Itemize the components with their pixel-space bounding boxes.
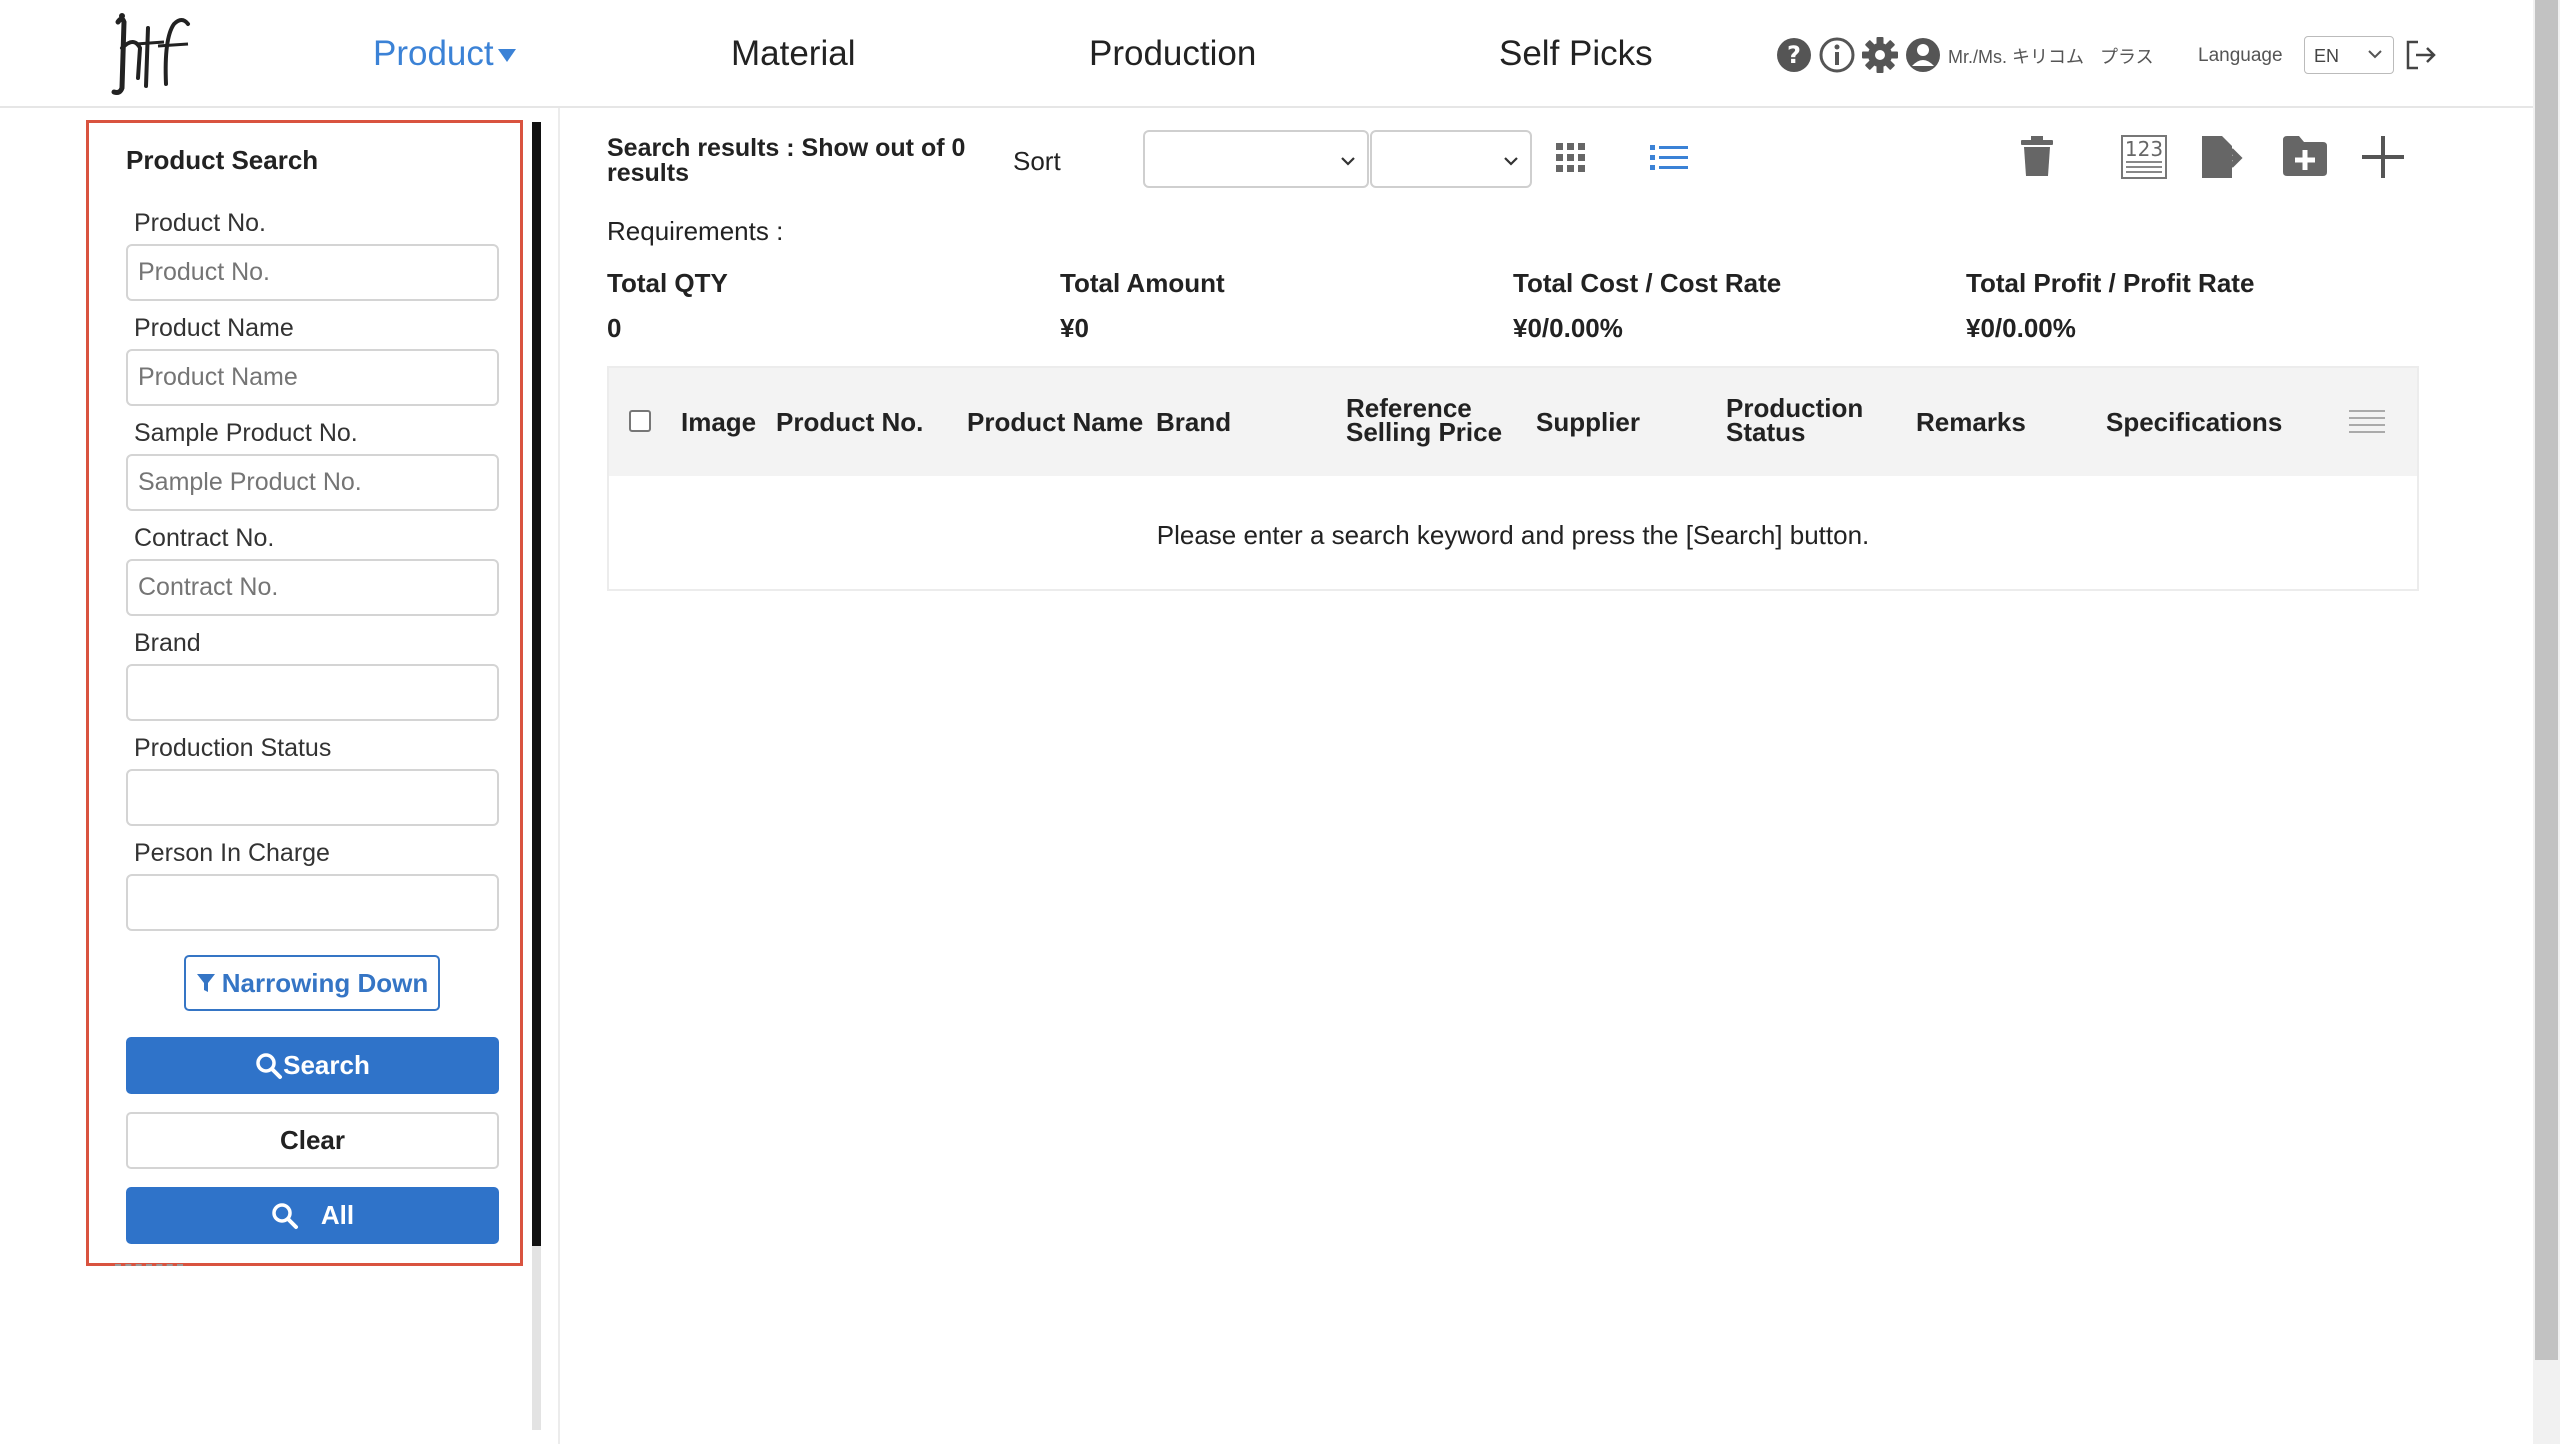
total-amount-value: ¥0 bbox=[1060, 313, 1089, 343]
product-search-panel: Product Search Product No. Product Name … bbox=[86, 120, 523, 1266]
product-name-input[interactable] bbox=[126, 349, 499, 406]
sidebar-scrollbar[interactable] bbox=[532, 122, 541, 1430]
total-cost-label: Total Cost / Cost Rate bbox=[1513, 268, 1782, 298]
column-remarks[interactable]: Remarks bbox=[1916, 409, 2026, 435]
dashed-divider bbox=[115, 1264, 183, 1266]
sample-product-no-input[interactable] bbox=[126, 454, 499, 511]
total-qty-label: Total QTY bbox=[607, 268, 728, 298]
table-header: Image Product No. Product Name Brand Ref… bbox=[609, 368, 2417, 476]
production-status-select[interactable] bbox=[126, 769, 499, 826]
column-supplier[interactable]: Supplier bbox=[1536, 409, 1640, 435]
product-no-label: Product No. bbox=[134, 209, 267, 237]
language-label: Language bbox=[2198, 45, 2283, 66]
narrowing-down-label: Narrowing Down bbox=[221, 967, 429, 998]
column-brand[interactable]: Brand bbox=[1156, 409, 1231, 435]
person-in-charge-select[interactable] bbox=[126, 874, 499, 931]
chevron-down-icon bbox=[1504, 157, 1518, 166]
search-icon bbox=[256, 1052, 283, 1079]
column-product-name[interactable]: Product Name bbox=[967, 409, 1143, 435]
top-navbar: Product Material Production Self Picks ?… bbox=[0, 0, 2533, 108]
brand-label: Brand bbox=[134, 629, 201, 657]
user-name: Mr./Ms. キリコム bbox=[1948, 47, 2084, 67]
info-icon[interactable] bbox=[1818, 36, 1856, 74]
nav-material[interactable]: Material bbox=[731, 34, 855, 74]
search-button[interactable]: Search bbox=[126, 1037, 499, 1094]
search-all-button[interactable]: All bbox=[126, 1187, 499, 1244]
requirements-label: Requirements : bbox=[607, 216, 784, 246]
number-label-icon[interactable]: 123 bbox=[2120, 134, 2168, 180]
column-image[interactable]: Image bbox=[681, 409, 756, 435]
sample-product-no-label: Sample Product No. bbox=[134, 419, 358, 447]
language-value: EN bbox=[2314, 46, 2340, 66]
chevron-down-icon bbox=[2368, 50, 2382, 59]
total-amount-label: Total Amount bbox=[1060, 268, 1225, 298]
brand-logo[interactable] bbox=[100, 8, 200, 100]
product-no-input[interactable] bbox=[126, 244, 499, 301]
contract-no-label: Contract No. bbox=[134, 524, 275, 552]
svg-text:?: ? bbox=[1787, 41, 1801, 69]
plus-icon[interactable] bbox=[2360, 134, 2406, 180]
column-settings-menu-icon[interactable] bbox=[2349, 408, 2385, 434]
panel-title: Product Search bbox=[126, 145, 319, 175]
total-qty-value: 0 bbox=[607, 313, 622, 343]
caret-down-icon bbox=[497, 49, 516, 63]
export-file-icon[interactable] bbox=[2200, 134, 2246, 180]
brand-select[interactable] bbox=[126, 664, 499, 721]
clear-button[interactable]: Clear bbox=[126, 1112, 499, 1169]
product-name-label: Product Name bbox=[134, 314, 294, 342]
search-icon bbox=[272, 1202, 298, 1229]
empty-table-message: Please enter a search keyword and press … bbox=[1156, 520, 1870, 550]
nav-product[interactable]: Product bbox=[373, 34, 516, 74]
help-icon[interactable]: ? bbox=[1775, 36, 1813, 74]
settings-gear-icon[interactable] bbox=[1861, 36, 1899, 74]
results-table: Image Product No. Product Name Brand Ref… bbox=[607, 366, 2419, 591]
column-reference-selling-price[interactable]: Reference Selling Price bbox=[1346, 395, 1506, 445]
results-count-text: Search results : Show out of 0 results bbox=[607, 134, 966, 187]
sort-label: Sort bbox=[1013, 146, 1061, 176]
nav-production[interactable]: Production bbox=[1089, 34, 1256, 74]
column-product-no[interactable]: Product No. bbox=[776, 409, 923, 435]
page-scrollbar[interactable] bbox=[2533, 0, 2560, 1444]
user-account-icon[interactable] bbox=[1904, 36, 1942, 74]
search-label: Search bbox=[283, 1050, 370, 1080]
grid-view-icon[interactable] bbox=[1555, 142, 1587, 174]
narrowing-down-button[interactable]: Narrowing Down bbox=[184, 955, 440, 1011]
chevron-down-icon bbox=[1341, 157, 1355, 166]
total-profit-value: ¥0/0.00% bbox=[1966, 313, 2076, 343]
total-profit-label: Total Profit / Profit Rate bbox=[1966, 268, 2255, 298]
trash-icon[interactable] bbox=[2020, 134, 2054, 178]
language-select[interactable]: EN bbox=[2304, 36, 2394, 74]
nav-self-picks[interactable]: Self Picks bbox=[1499, 34, 1653, 74]
column-production-status[interactable]: Production Status bbox=[1726, 395, 1876, 445]
list-view-icon[interactable] bbox=[1650, 142, 1688, 174]
column-specifications[interactable]: Specifications bbox=[2106, 409, 2282, 435]
contract-no-input[interactable] bbox=[126, 559, 499, 616]
panel-divider bbox=[558, 108, 560, 1444]
person-in-charge-label: Person In Charge bbox=[134, 839, 330, 867]
sidebar-scrollbar-thumb[interactable] bbox=[532, 122, 541, 1246]
user-name-kana: プラス bbox=[2100, 47, 2154, 67]
logout-icon[interactable] bbox=[2404, 38, 2438, 72]
filter-icon bbox=[196, 974, 215, 992]
add-folder-icon[interactable] bbox=[2281, 134, 2329, 178]
svg-text:123: 123 bbox=[2125, 137, 2163, 161]
sort-order-select[interactable] bbox=[1370, 130, 1532, 188]
production-status-label: Production Status bbox=[134, 734, 332, 762]
sort-field-select[interactable] bbox=[1143, 130, 1369, 188]
search-all-label: All bbox=[320, 1200, 355, 1230]
nav-product-label: Product bbox=[373, 34, 494, 73]
select-all-checkbox[interactable] bbox=[629, 410, 651, 432]
total-cost-value: ¥0/0.00% bbox=[1513, 313, 1623, 343]
page-scrollbar-thumb[interactable] bbox=[2535, 0, 2558, 1360]
